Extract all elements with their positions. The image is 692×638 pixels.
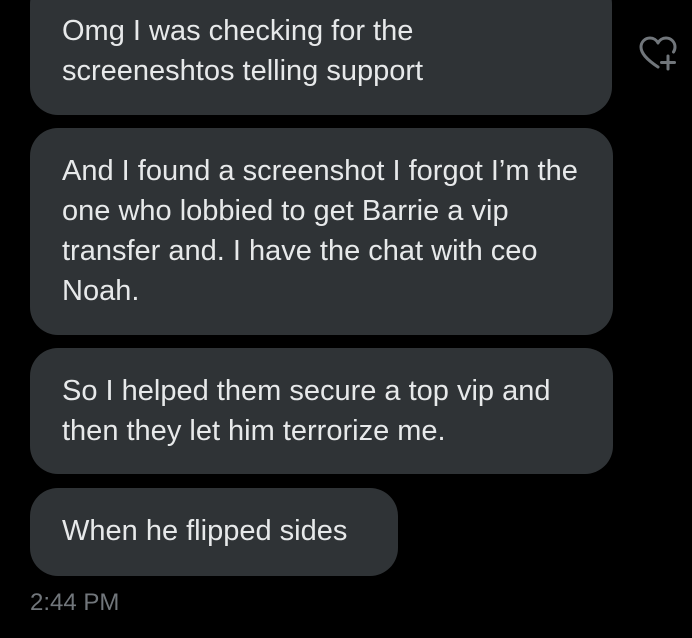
message-text: When he flipped sides xyxy=(62,515,348,547)
message-text: So I helped them secure a top vip and th… xyxy=(62,375,551,447)
message-text: Omg I was checking for the screeneshtos … xyxy=(62,15,424,87)
message-bubble[interactable]: And I found a screenshot I forgot I’m th… xyxy=(30,128,613,335)
add-reaction-button[interactable] xyxy=(638,35,678,73)
message-bubble[interactable]: Omg I was checking for the screeneshtos … xyxy=(30,0,612,115)
message-text: And I found a screenshot I forgot I’m th… xyxy=(62,155,578,307)
heart-plus-icon xyxy=(639,36,677,71)
message-bubble[interactable]: So I helped them secure a top vip and th… xyxy=(30,348,613,474)
message-timestamp: 2:44 PM xyxy=(30,589,120,616)
message-bubble[interactable]: When he flipped sides xyxy=(30,488,398,576)
